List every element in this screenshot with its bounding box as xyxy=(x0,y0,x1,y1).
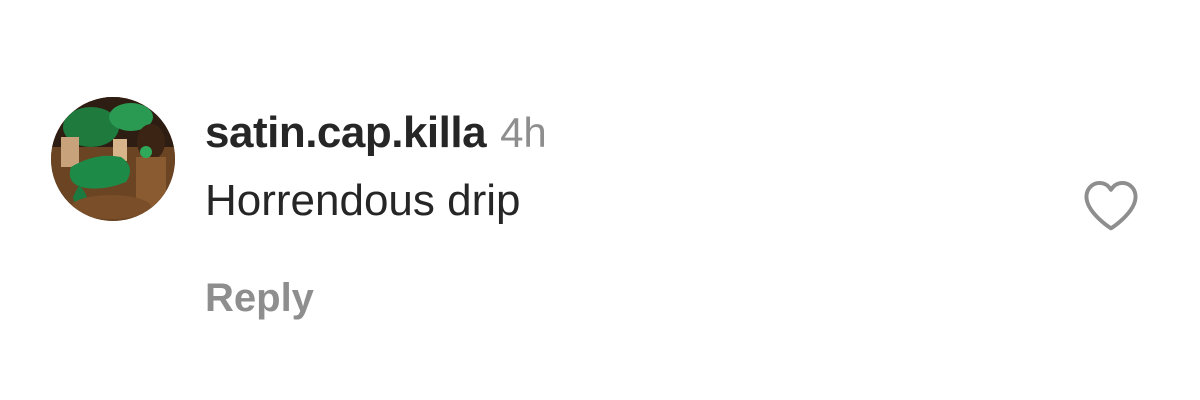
avatar[interactable] xyxy=(51,97,175,221)
avatar-photo xyxy=(51,97,175,221)
heart-outline-icon xyxy=(1084,180,1138,231)
username-link[interactable]: satin.cap.killa xyxy=(205,108,487,158)
reply-button[interactable]: Reply xyxy=(205,276,314,321)
comment-text: Horrendous drip xyxy=(205,176,521,225)
like-button[interactable] xyxy=(1078,172,1144,238)
comment-item: satin.cap.killa 4h Horrendous drip Reply xyxy=(0,0,1200,400)
comment-header: satin.cap.killa 4h xyxy=(205,108,547,164)
timestamp[interactable]: 4h xyxy=(500,109,547,157)
